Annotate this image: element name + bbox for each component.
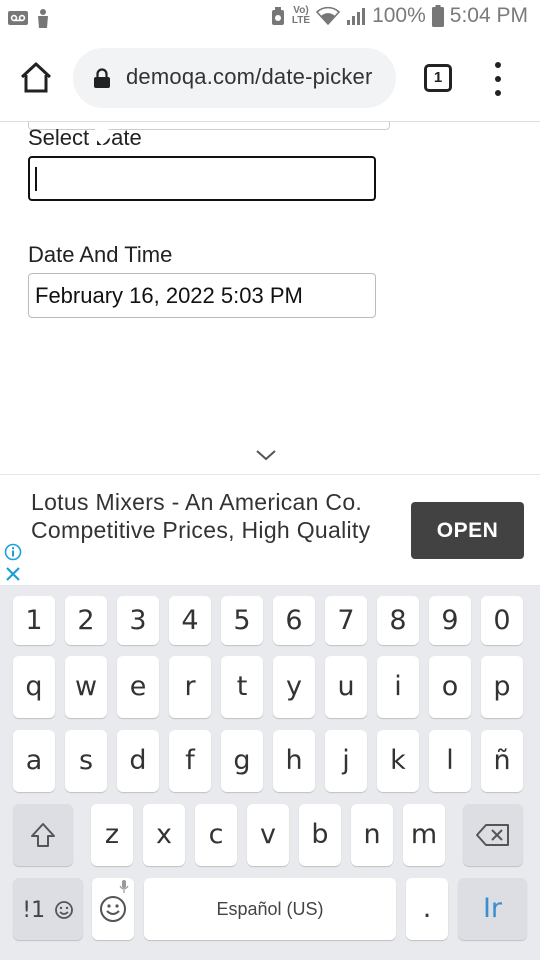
data-saver-icon	[271, 7, 284, 25]
backspace-icon	[476, 824, 509, 846]
key-p[interactable]: p	[481, 656, 523, 718]
key-m[interactable]: m	[403, 804, 445, 866]
backspace-key[interactable]	[463, 804, 523, 866]
emoji-key[interactable]	[92, 878, 134, 940]
key-v[interactable]: v	[247, 804, 289, 866]
key-8[interactable]: 8	[377, 596, 419, 645]
key-q[interactable]: q	[13, 656, 55, 718]
browser-toolbar: demoqa.com/date-picker 1	[0, 36, 540, 122]
tab-switcher-button[interactable]: 1	[424, 64, 452, 92]
date-time-label: Date And Time	[28, 242, 173, 267]
key-s[interactable]: s	[65, 730, 107, 792]
key-j[interactable]: j	[325, 730, 367, 792]
emoji-icon	[54, 901, 73, 919]
key-7[interactable]: 7	[325, 596, 367, 645]
voicemail-icon	[8, 11, 28, 25]
close-icon[interactable]	[4, 565, 22, 583]
key-n[interactable]: n	[351, 804, 393, 866]
key-4[interactable]: 4	[169, 596, 211, 645]
chevron-down-icon[interactable]	[255, 448, 277, 462]
date-time-input[interactable]: February 16, 2022 5:03 PM	[28, 273, 376, 318]
select-date-label: Select Date	[28, 125, 142, 150]
key-f[interactable]: f	[169, 730, 211, 792]
go-key[interactable]: Ir	[458, 878, 527, 940]
ad-text[interactable]: Lotus Mixers - An American Co. Competiti…	[31, 488, 391, 544]
key-k[interactable]: k	[377, 730, 419, 792]
key-0[interactable]: 0	[481, 596, 523, 645]
key-1[interactable]: 1	[13, 596, 55, 645]
key-3[interactable]: 3	[117, 596, 159, 645]
menu-dot	[495, 90, 501, 96]
more-vert-icon[interactable]	[488, 62, 508, 96]
battery-icon	[431, 5, 444, 27]
shift-icon	[31, 823, 55, 847]
key-n-tilde[interactable]: ñ	[481, 730, 523, 792]
key-i[interactable]: i	[377, 656, 419, 718]
key-d[interactable]: d	[117, 730, 159, 792]
key-r[interactable]: r	[169, 656, 211, 718]
key-b[interactable]: b	[299, 804, 341, 866]
key-c[interactable]: c	[195, 804, 237, 866]
key-t[interactable]: t	[221, 656, 263, 718]
page-content: Select Date Date And Time February 16, 2…	[0, 122, 540, 474]
period-key[interactable]: .	[406, 878, 448, 940]
text-caret	[35, 167, 37, 191]
lock-icon[interactable]	[93, 68, 111, 88]
on-screen-keyboard: 1 2 3 4 5 6 7 8 9 0 q w e r t y u i o p …	[0, 586, 540, 960]
key-x[interactable]: x	[143, 804, 185, 866]
url-text[interactable]: demoqa.com/date-picker	[126, 64, 384, 90]
key-5[interactable]: 5	[221, 596, 263, 645]
battery-percent: 100%	[372, 4, 426, 27]
space-bar[interactable]: Español (US)	[144, 878, 396, 940]
key-w[interactable]: w	[65, 656, 107, 718]
symbols-key-label: !1	[22, 898, 46, 923]
mic-icon	[119, 880, 129, 893]
shift-key[interactable]	[13, 804, 73, 866]
ad-banner[interactable]: Lotus Mixers - An American Co. Competiti…	[0, 474, 540, 586]
key-e[interactable]: e	[117, 656, 159, 718]
key-6[interactable]: 6	[273, 596, 315, 645]
status-bar: Vo) LTE 100% 5:04 PM	[0, 0, 540, 36]
ad-open-button[interactable]: OPEN	[411, 502, 524, 559]
key-z[interactable]: z	[91, 804, 133, 866]
key-o[interactable]: o	[429, 656, 471, 718]
key-y[interactable]: y	[273, 656, 315, 718]
menu-dot	[495, 62, 501, 68]
key-2[interactable]: 2	[65, 596, 107, 645]
select-date-input[interactable]	[28, 156, 376, 201]
home-icon[interactable]	[18, 60, 54, 96]
key-u[interactable]: u	[325, 656, 367, 718]
key-9[interactable]: 9	[429, 596, 471, 645]
wifi-icon	[316, 6, 341, 26]
menu-dot	[495, 76, 501, 82]
key-g[interactable]: g	[221, 730, 263, 792]
info-icon[interactable]	[4, 543, 22, 561]
symbols-emoji-key[interactable]: !1	[13, 878, 83, 940]
key-h[interactable]: h	[273, 730, 315, 792]
person-icon	[38, 9, 48, 28]
smiley-icon	[100, 896, 126, 922]
status-right-area: Vo) LTE 100% 5:04 PM	[270, 4, 528, 28]
status-left-icons	[8, 8, 50, 28]
key-a[interactable]: a	[13, 730, 55, 792]
address-bar[interactable]: demoqa.com/date-picker	[73, 48, 396, 108]
key-l[interactable]: l	[429, 730, 471, 792]
signal-icon	[347, 8, 366, 25]
clock: 5:04 PM	[449, 4, 528, 27]
volte-lte-indicator: Vo) LTE	[291, 5, 311, 26]
